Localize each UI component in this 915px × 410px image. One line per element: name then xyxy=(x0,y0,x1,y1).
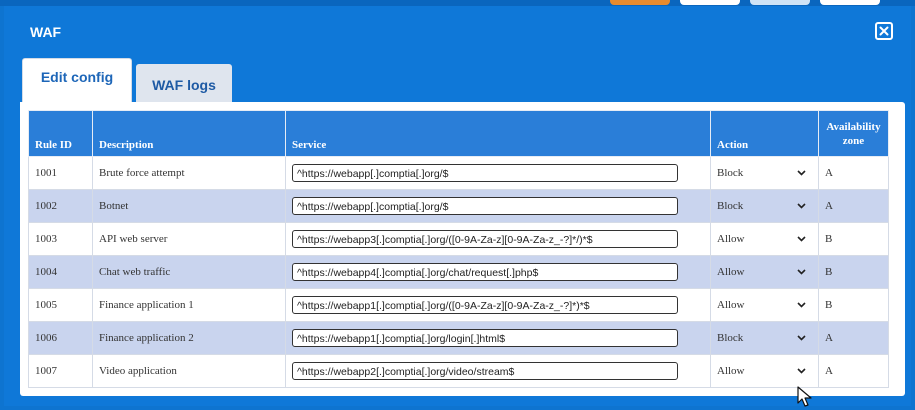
edit-config-panel: Rule ID Description Service Action Avail… xyxy=(20,102,905,396)
dialog-title: WAF xyxy=(30,24,62,40)
rule-id-cell: 1003 xyxy=(28,222,93,256)
description-cell: Finance application 1 xyxy=(92,288,286,322)
zone-cell: B xyxy=(818,288,889,322)
zone-cell: A xyxy=(818,354,889,388)
zone-cell: B xyxy=(818,222,889,256)
service-input[interactable]: ^https://webapp[.]comptia[.]org/$ xyxy=(292,164,678,182)
service-cell: ^https://webapp4[.]comptia[.]org/chat/re… xyxy=(285,255,711,289)
chevron-down-icon xyxy=(797,368,806,374)
description-cell: Brute force attempt xyxy=(92,156,286,190)
table-row: 1005 Finance application 1 ^https://weba… xyxy=(28,288,889,322)
table-row: 1004 Chat web traffic ^https://webapp4[.… xyxy=(28,255,889,289)
rule-id-cell: 1007 xyxy=(28,354,93,388)
chevron-down-icon xyxy=(797,302,806,308)
action-value: Block xyxy=(717,332,744,344)
service-input[interactable]: ^https://webapp3[.]comptia[.]org/([0-9A-… xyxy=(292,230,678,248)
service-cell: ^https://webapp1[.]comptia[.]org/login[.… xyxy=(285,321,711,355)
description-cell: API web server xyxy=(92,222,286,256)
service-input[interactable]: ^https://webapp1[.]comptia[.]org/login[.… xyxy=(292,329,678,347)
tab-edit-config[interactable]: Edit config xyxy=(22,58,132,106)
column-header-rule-id: Rule ID xyxy=(28,110,93,157)
service-cell: ^https://webapp[.]comptia[.]org/$ xyxy=(285,189,711,223)
mouse-pointer-icon xyxy=(797,386,812,407)
rule-id-cell: 1006 xyxy=(28,321,93,355)
zone-cell: B xyxy=(818,255,889,289)
action-select[interactable]: Block xyxy=(710,189,819,223)
waf-rules-table: Rule ID Description Service Action Avail… xyxy=(28,110,889,388)
description-cell: Video application xyxy=(92,354,286,388)
action-select[interactable]: Block xyxy=(710,156,819,190)
service-input[interactable]: ^https://webapp2[.]comptia[.]org/video/s… xyxy=(292,362,678,380)
action-select[interactable]: Allow xyxy=(710,288,819,322)
action-value: Block xyxy=(717,167,744,179)
taskbar-tab[interactable] xyxy=(750,0,810,5)
tab-waf-logs[interactable]: WAF logs xyxy=(136,64,232,102)
description-cell: Botnet xyxy=(92,189,286,223)
table-row: 1003 API web server ^https://webapp3[.]c… xyxy=(28,222,889,256)
table-row: 1007 Video application ^https://webapp2[… xyxy=(28,354,889,388)
action-value: Allow xyxy=(717,233,745,245)
action-select[interactable]: Block xyxy=(710,321,819,355)
table-header-row: Rule ID Description Service Action Avail… xyxy=(28,110,889,157)
service-cell: ^https://webapp2[.]comptia[.]org/video/s… xyxy=(285,354,711,388)
table-row: 1002 Botnet ^https://webapp[.]comptia[.]… xyxy=(28,189,889,223)
close-button[interactable] xyxy=(875,22,893,40)
service-cell: ^https://webapp3[.]comptia[.]org/([0-9A-… xyxy=(285,222,711,256)
service-input[interactable]: ^https://webapp4[.]comptia[.]org/chat/re… xyxy=(292,263,678,281)
service-input[interactable]: ^https://webapp1[.]comptia[.]org/([0-9A-… xyxy=(292,296,678,314)
taskbar-tab[interactable] xyxy=(610,0,670,5)
column-header-description: Description xyxy=(92,110,286,157)
action-select[interactable]: Allow xyxy=(710,255,819,289)
action-value: Block xyxy=(717,200,744,212)
table-row: 1001 Brute force attempt ^https://webapp… xyxy=(28,156,889,190)
rule-id-cell: 1001 xyxy=(28,156,93,190)
rule-id-cell: 1004 xyxy=(28,255,93,289)
column-header-service: Service xyxy=(285,110,711,157)
zone-cell: A xyxy=(818,156,889,190)
chevron-down-icon xyxy=(797,335,806,341)
service-input[interactable]: ^https://webapp[.]comptia[.]org/$ xyxy=(292,197,678,215)
chevron-down-icon xyxy=(797,170,806,176)
taskbar-tab[interactable] xyxy=(820,0,880,5)
column-header-action: Action xyxy=(710,110,819,157)
action-value: Allow xyxy=(717,299,745,311)
close-icon xyxy=(879,26,889,36)
taskbar-tab[interactable] xyxy=(680,0,740,5)
zone-cell: A xyxy=(818,321,889,355)
description-cell: Chat web traffic xyxy=(92,255,286,289)
description-cell: Finance application 2 xyxy=(92,321,286,355)
action-value: Allow xyxy=(717,266,745,278)
service-cell: ^https://webapp1[.]comptia[.]org/([0-9A-… xyxy=(285,288,711,322)
chevron-down-icon xyxy=(797,236,806,242)
action-select[interactable]: Allow xyxy=(710,222,819,256)
waf-dialog: WAF Edit config WAF logs Rule ID Descrip… xyxy=(4,6,911,406)
zone-cell: A xyxy=(818,189,889,223)
service-cell: ^https://webapp[.]comptia[.]org/$ xyxy=(285,156,711,190)
action-select[interactable]: Allow xyxy=(710,354,819,388)
rule-id-cell: 1005 xyxy=(28,288,93,322)
action-value: Allow xyxy=(717,365,745,377)
column-header-availability-zone: Availability zone xyxy=(818,110,889,157)
rule-id-cell: 1002 xyxy=(28,189,93,223)
chevron-down-icon xyxy=(797,203,806,209)
table-row: 1006 Finance application 2 ^https://weba… xyxy=(28,321,889,355)
chevron-down-icon xyxy=(797,269,806,275)
